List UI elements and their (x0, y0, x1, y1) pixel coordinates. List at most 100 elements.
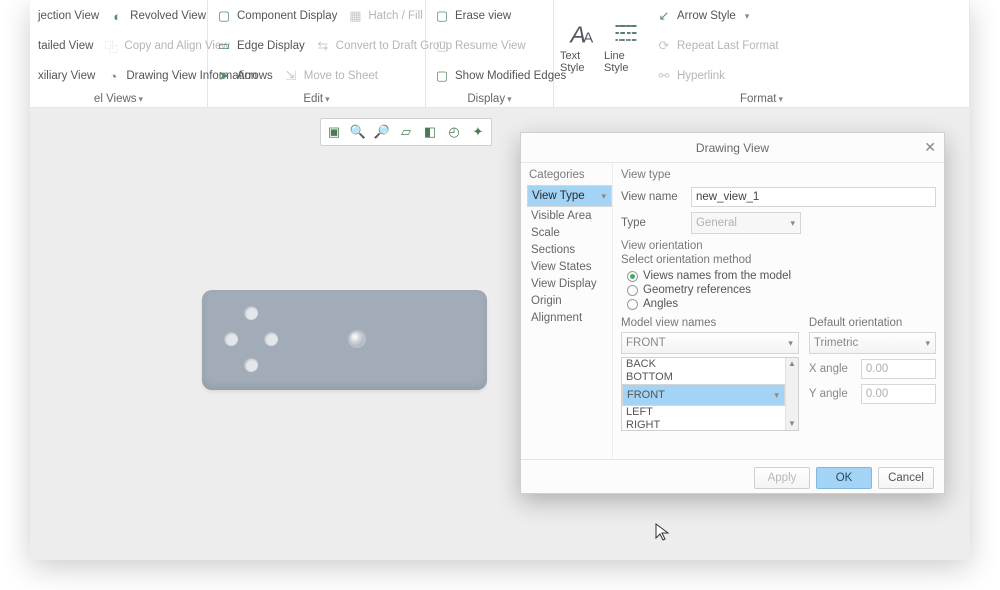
edge-icon: ▭ (216, 38, 232, 54)
category-view-states[interactable]: View States (527, 259, 612, 275)
arrow-style-icon: ↙ (656, 8, 672, 24)
move-icon: ⇲ (283, 68, 299, 84)
scrollbar[interactable]: ▲▼ (785, 358, 798, 430)
radio-icon (627, 271, 638, 282)
model-view-select[interactable]: FRONT (621, 332, 799, 354)
radio-geometry-refs[interactable]: Geometry references (621, 283, 936, 297)
csys-icon: ✦ (473, 124, 484, 140)
list-item[interactable]: BOTTOM (622, 371, 785, 384)
edge-display-button[interactable]: ▭Edge Display (214, 35, 307, 57)
line-style-button[interactable]: Line Style (604, 3, 648, 89)
view-type-header: View type (621, 169, 936, 181)
hatch-icon: ▦ (347, 8, 363, 24)
list-item[interactable]: BACK (622, 358, 785, 371)
y-angle-input (861, 384, 936, 404)
category-scale[interactable]: Scale (527, 225, 612, 241)
categories-header: Categories (527, 169, 612, 185)
show-modified-edges-button[interactable]: ▢Show Modified Edges (432, 65, 568, 87)
hole-icon (264, 332, 278, 346)
radio-angles[interactable]: Angles (621, 297, 936, 311)
zoom-in-button[interactable]: 🔍 (347, 121, 369, 143)
move-sheet-button[interactable]: ⇲Move to Sheet (281, 65, 380, 87)
default-orientation-select[interactable]: Trimetric (809, 332, 936, 354)
repeat-icon: ⟳ (656, 38, 672, 54)
view-name-label: View name (621, 191, 685, 203)
list-item[interactable]: LEFT (622, 406, 785, 419)
list-item[interactable]: FRONT (622, 384, 785, 406)
view-orientation-header: View orientation (621, 240, 936, 252)
close-icon[interactable]: ✕ (924, 139, 936, 156)
category-view-type[interactable]: View Type (527, 185, 612, 207)
sheet-icon: ▱ (401, 124, 411, 140)
category-view-display[interactable]: View Display (527, 276, 612, 292)
hole-icon (350, 332, 364, 346)
hatch-fill-button[interactable]: ▦Hatch / Fill (345, 5, 424, 27)
line-style-icon (612, 19, 640, 47)
text-style-button[interactable]: AA Text Style (560, 3, 604, 89)
category-origin[interactable]: Origin (527, 293, 612, 309)
text-style-icon: AA (568, 19, 596, 47)
orient-icon: ◴ (448, 124, 459, 140)
category-visible-area[interactable]: Visible Area (527, 208, 612, 224)
shade-button[interactable]: ◧ (419, 121, 441, 143)
edges-icon: ▢ (434, 68, 450, 84)
refit-button[interactable]: ▣ (323, 121, 345, 143)
list-item[interactable]: RIGHT (622, 419, 785, 431)
apply-button[interactable]: Apply (754, 467, 810, 489)
drawing-canvas[interactable]: ▣ 🔍 🔎 ▱ ◧ ◴ ✦ Drawing View ✕ Categories (30, 108, 970, 560)
svg-text:A: A (583, 29, 594, 46)
detailed-view-button[interactable]: tailed View (36, 37, 95, 55)
hole-icon (244, 306, 258, 320)
component-display-button[interactable]: ▢Component Display (214, 5, 339, 27)
default-orientation-header: Default orientation (809, 317, 936, 329)
radio-icon (627, 299, 638, 310)
dialog-title: Drawing View ✕ (521, 133, 944, 163)
auxiliary-view-button[interactable]: xiliary View (36, 67, 97, 85)
hole-icon (244, 358, 258, 372)
model-preview (202, 290, 487, 390)
arrows-button[interactable]: ➤Arrows (214, 65, 275, 87)
hyperlink-button[interactable]: ⚯Hyperlink (654, 65, 727, 87)
arrow-style-button[interactable]: ↙Arrow Style▾ (654, 5, 751, 27)
zoom-out-button[interactable]: 🔎 (371, 121, 393, 143)
type-label: Type (621, 217, 685, 229)
erase-view-button[interactable]: ▢Erase view (432, 5, 513, 27)
refit-icon: ▣ (328, 124, 340, 140)
radio-icon (627, 285, 638, 296)
radio-model-names[interactable]: Views names from the model (621, 269, 936, 283)
erase-icon: ▢ (434, 8, 450, 24)
category-alignment[interactable]: Alignment (527, 310, 612, 326)
zoom-in-icon: 🔍 (350, 124, 366, 140)
projection-view-button[interactable]: jection View (36, 7, 101, 25)
link-icon: ⚯ (656, 68, 672, 84)
orientation-method-label: Select orientation method (621, 254, 936, 266)
revolved-icon: ◐ (109, 8, 125, 24)
resume-view-button[interactable]: ▢Resume View (432, 35, 528, 57)
resume-icon: ▢ (434, 38, 450, 54)
sheet-button[interactable]: ▱ (395, 121, 417, 143)
cursor-icon (654, 522, 674, 542)
model-view-list[interactable]: BACK BOTTOM FRONT LEFT RIGHT TOP ▲▼ (621, 357, 799, 431)
repeat-format-button[interactable]: ⟳Repeat Last Format (654, 35, 781, 57)
cancel-button[interactable]: Cancel (878, 467, 934, 489)
category-sections[interactable]: Sections (527, 242, 612, 258)
y-angle-label: Y angle (809, 388, 855, 400)
arrows-icon: ➤ (216, 68, 232, 84)
ribbon: jection View ◐Revolved View tailed View … (30, 0, 970, 108)
csys-button[interactable]: ✦ (467, 121, 489, 143)
info-icon: ◔ (105, 68, 121, 84)
x-angle-label: X angle (809, 363, 855, 375)
hole-icon (224, 332, 238, 346)
convert-icon: ⇆ (315, 38, 331, 54)
ok-button[interactable]: OK (816, 467, 872, 489)
view-name-input[interactable] (691, 187, 936, 207)
model-view-names-header: Model view names (621, 317, 799, 329)
orient-button[interactable]: ◴ (443, 121, 465, 143)
shade-icon: ◧ (424, 124, 436, 140)
x-angle-input (861, 359, 936, 379)
zoom-out-icon: 🔎 (374, 124, 390, 140)
revolved-view-button[interactable]: ◐Revolved View (107, 5, 208, 27)
type-select: General (691, 212, 801, 234)
view-toolbar: ▣ 🔍 🔎 ▱ ◧ ◴ ✦ (320, 118, 492, 146)
drawing-view-dialog: Drawing View ✕ Categories View Type Visi… (520, 132, 945, 494)
